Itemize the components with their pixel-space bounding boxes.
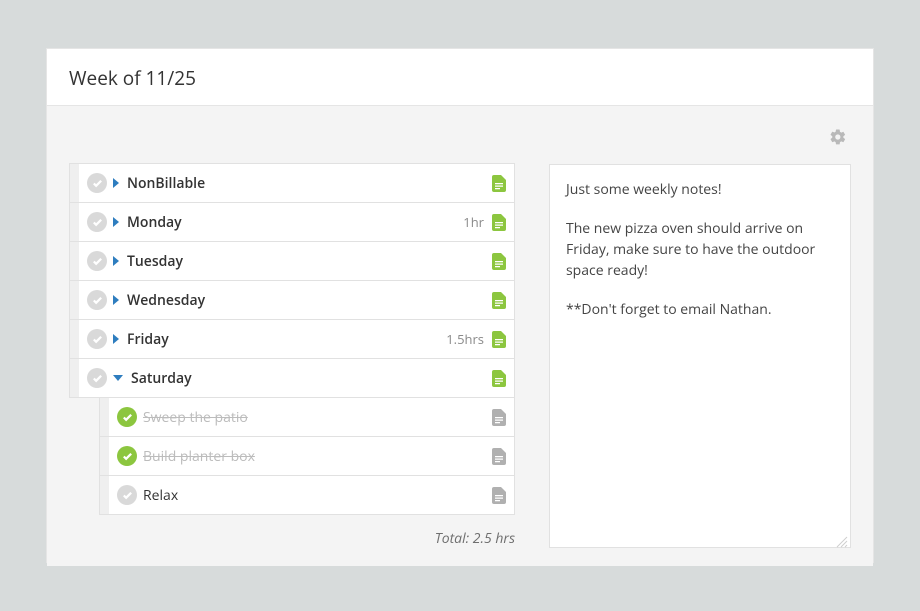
check-icon[interactable] [117, 485, 137, 505]
notes-line: The new pizza oven should arrive on Frid… [566, 218, 834, 281]
day-label: Saturday [131, 369, 492, 388]
drag-handle-icon[interactable] [69, 280, 79, 320]
time-badge: 1hr [463, 213, 484, 231]
day-label: Monday [127, 213, 463, 232]
check-icon[interactable] [87, 173, 107, 193]
drag-handle-icon[interactable] [99, 397, 109, 437]
drag-handle-icon[interactable] [69, 241, 79, 281]
note-icon[interactable] [492, 448, 506, 465]
resize-handle-icon[interactable] [836, 533, 848, 545]
note-icon[interactable] [492, 175, 506, 192]
note-icon[interactable] [492, 409, 506, 426]
task-label: Sweep the patio [143, 408, 492, 427]
drag-handle-icon[interactable] [99, 436, 109, 476]
day-label: NonBillable [127, 174, 492, 193]
chevron-right-icon[interactable] [113, 334, 119, 344]
check-icon[interactable] [87, 251, 107, 271]
chevron-right-icon[interactable] [113, 256, 119, 266]
gear-icon[interactable] [829, 128, 847, 151]
note-icon[interactable] [492, 253, 506, 270]
check-icon[interactable] [117, 446, 137, 466]
check-icon[interactable] [117, 407, 137, 427]
chevron-right-icon[interactable] [113, 178, 119, 188]
note-icon[interactable] [492, 214, 506, 231]
task-list: NonBillable Monday 1 [69, 164, 515, 548]
note-icon[interactable] [492, 370, 506, 387]
total-label: Total: 2.5 hrs [69, 515, 515, 548]
notes-line: Just some weekly notes! [566, 179, 834, 200]
task-row[interactable]: Sweep the patio [99, 397, 515, 437]
drag-handle-icon[interactable] [69, 319, 79, 359]
day-row-saturday[interactable]: Saturday [69, 358, 515, 398]
check-icon[interactable] [87, 329, 107, 349]
check-icon[interactable] [87, 212, 107, 232]
note-icon[interactable] [492, 292, 506, 309]
time-badge: 1.5hrs [446, 330, 484, 348]
day-label: Wednesday [127, 291, 492, 310]
notes-panel[interactable]: Just some weekly notes! The new pizza ov… [549, 164, 851, 548]
check-icon[interactable] [87, 368, 107, 388]
chevron-right-icon[interactable] [113, 295, 119, 305]
note-icon[interactable] [492, 331, 506, 348]
task-label: Build planter box [143, 447, 492, 466]
saturday-tasks: Sweep the patio Build planter b [99, 397, 515, 515]
day-label: Tuesday [127, 252, 492, 271]
drag-handle-icon[interactable] [69, 358, 79, 398]
day-row-monday[interactable]: Monday 1hr [69, 202, 515, 242]
day-row-nonbillable[interactable]: NonBillable [69, 163, 515, 203]
drag-handle-icon[interactable] [69, 163, 79, 203]
task-label: Relax [143, 486, 492, 505]
note-icon[interactable] [492, 487, 506, 504]
week-panel: Week of 11/25 NonBillable [46, 48, 874, 563]
check-icon[interactable] [87, 290, 107, 310]
day-row-tuesday[interactable]: Tuesday [69, 241, 515, 281]
task-row[interactable]: Relax [99, 475, 515, 515]
day-label: Friday [127, 330, 446, 349]
notes-line: **Don't forget to email Nathan. [566, 299, 834, 320]
day-row-friday[interactable]: Friday 1.5hrs [69, 319, 515, 359]
day-row-wednesday[interactable]: Wednesday [69, 280, 515, 320]
panel-body: NonBillable Monday 1 [47, 106, 873, 566]
chevron-down-icon[interactable] [113, 375, 123, 381]
content-row: NonBillable Monday 1 [69, 164, 851, 548]
chevron-right-icon[interactable] [113, 217, 119, 227]
drag-handle-icon[interactable] [99, 475, 109, 515]
drag-handle-icon[interactable] [69, 202, 79, 242]
panel-title: Week of 11/25 [47, 49, 873, 106]
task-row[interactable]: Build planter box [99, 436, 515, 476]
